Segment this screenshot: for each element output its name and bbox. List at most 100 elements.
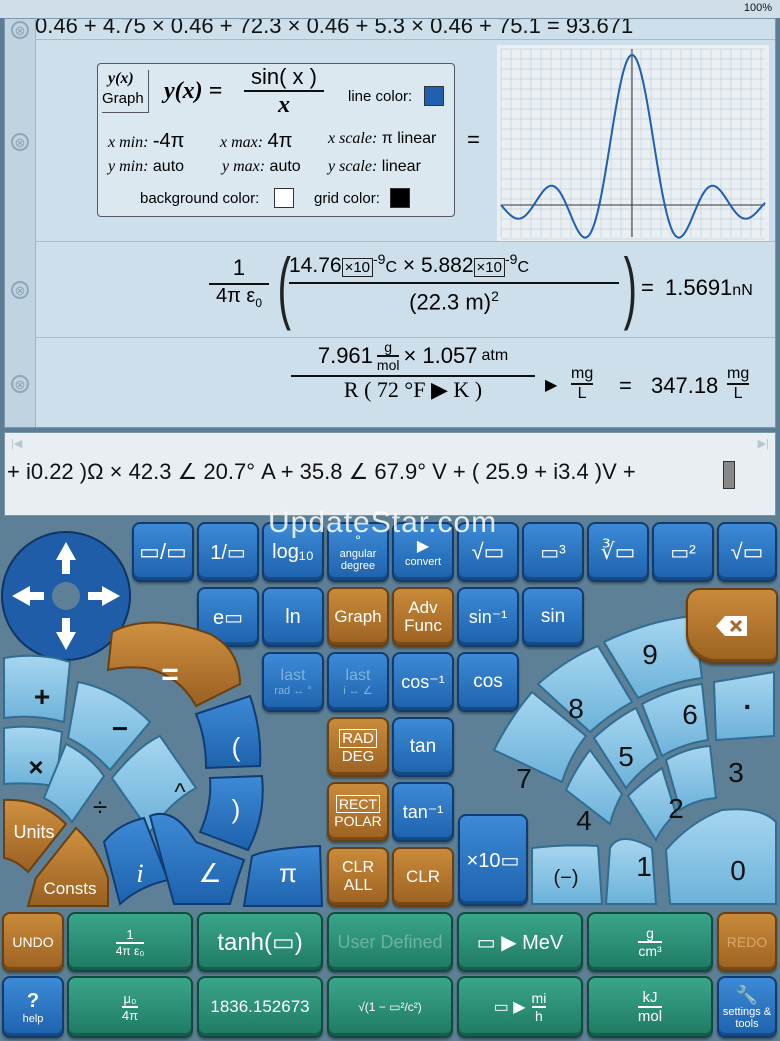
g-per-cm3-key[interactable]: g cm³ [587,912,713,972]
coulomb-result[interactable]: 1.5691nN [665,275,753,301]
h-den: h [535,1008,543,1024]
mu0-key[interactable]: μ₀ 4π [67,976,193,1038]
reciprocal-key[interactable]: 1/▭ [197,522,259,582]
square-root-key[interactable]: √▭ [717,522,777,582]
gas-result[interactable]: 347.18 [651,373,718,399]
log10-key-label: log₁₀ [272,540,314,563]
square-key[interactable]: ▭² [652,522,714,582]
unit-c-1: C [385,259,398,276]
times-sign: × [402,254,416,277]
gas-result-unit: mg L [727,365,750,403]
redo-key[interactable]: REDO [717,912,777,972]
arctan-key[interactable]: tan⁻¹ [392,782,454,842]
wrench-icon: 🔧 [735,984,759,1005]
g-cm3-num: g [646,925,654,941]
lorentz-factor-key[interactable]: √(1 − ▭²/c²) [327,976,453,1038]
scroll-start-icon[interactable]: |◀ [11,437,22,450]
target-l: L [577,385,587,402]
result-l: L [733,385,743,402]
expression-entry[interactable]: |◀ ▶| + i0.22 )Ω × 42.3 ∠ 20.7° A + 35.8… [4,432,776,516]
angular-degree-label: angular degree [339,548,377,572]
kj-per-mol-key[interactable]: kJ mol [587,976,713,1038]
rad-deg-key[interactable]: RAD DEG [327,717,389,777]
digit-6-label: 6 [682,699,698,730]
arccos-key[interactable]: cos⁻¹ [392,652,454,712]
xmax-label: x max: [220,134,264,151]
arccos-key-label: cos⁻¹ [401,671,445,692]
yscale-value[interactable]: linear [382,158,421,175]
mi-h-frac: mi h [531,990,547,1024]
right-paren: ) [623,242,637,331]
square-key-label: ▭² [670,541,696,564]
clear-key[interactable]: CLR [392,847,454,907]
bg-color-swatch[interactable] [274,188,294,208]
result-mg: mg [727,365,750,382]
history-separator [35,337,775,338]
backspace-key[interactable] [686,588,778,664]
last-i-key[interactable]: last i ↔ ∠ [327,652,389,712]
mol-den: mol [637,1008,663,1025]
graph-settings-box[interactable]: y(x) Graph y(x) = sin( x ) x line color:… [97,63,455,217]
rad-label: RAD [339,729,377,748]
last-i-sub: i ↔ ∠ [343,685,373,697]
digit-8-label: 8 [568,693,584,724]
tanh-key-label: tanh(▭) [217,928,303,956]
history-result-line[interactable]: 0.46 + 4.75 × 0.46 + 72.3 × 0.46 + 5.3 ×… [35,19,775,39]
delete-entry-1-icon[interactable]: ⊗ [11,21,29,39]
xscale-value[interactable]: π linear [382,130,437,147]
caret-key-label: ^ [174,779,186,806]
negate-label: (−) [554,867,579,889]
user-defined-label: User Defined [337,932,443,952]
user-defined-key[interactable]: User Defined [327,912,453,972]
distance-exp: 2 [491,288,499,304]
adv-func-key[interactable]: Adv Func [392,587,454,647]
g-per-mol: g mol [376,339,400,373]
delete-entry-4-icon[interactable]: ⊗ [11,375,29,393]
cube-root-key[interactable]: ∛▭ [587,522,649,582]
ymax-value[interactable]: auto [270,158,301,175]
rect-polar-key[interactable]: RECT POLAR [327,782,389,842]
digit-1-label: 1 [636,851,652,882]
cube-key[interactable]: ▭³ [522,522,584,582]
coulomb-one: 1 [209,255,269,285]
delete-entry-3-icon[interactable]: ⊗ [11,281,29,299]
coulomb-result-value: 1.5691 [665,275,733,300]
left-paren-key[interactable] [194,694,262,770]
delete-entry-2-icon[interactable]: ⊗ [11,133,29,151]
xmin-value[interactable]: -4π [153,130,185,152]
mi-num: mi [531,990,547,1006]
deg-label: DEG [341,748,375,765]
undo-key[interactable]: UNDO [2,912,64,972]
tanh-key[interactable]: tanh(▭) [197,912,323,972]
to-mev-key[interactable]: ▭ ▶ MeV [457,912,583,972]
fraction-key[interactable]: ▭/▭ [132,522,194,582]
graph-key[interactable]: Graph [327,587,389,647]
coulomb-numerator: 14.76 ×10 -9C × 5.882 ×10 -9C (22.3 m)2 [289,251,619,315]
graph-yscale: y scale: linear [328,158,421,176]
history-gutter [5,19,36,427]
coulomb-result-unit: nN [732,282,753,299]
tan-key[interactable]: tan [392,717,454,777]
coulomb-equals: = [641,275,654,300]
coulomb-denom-sub: 0 [255,296,263,310]
grid-color-swatch[interactable] [390,188,410,208]
ymin-value[interactable]: auto [153,158,184,175]
graph-x-row: x min: -4π [108,130,184,153]
lorentz-label: √(1 − ▭²/c²) [358,1000,422,1014]
coulomb-constant-key[interactable]: 1 4π ε₀ [67,912,193,972]
clear-all-key[interactable]: CLR ALL [327,847,389,907]
line-color-swatch[interactable] [424,86,444,106]
graph-plot-background [497,45,769,241]
line-color-label: line color: [348,88,413,105]
help-key[interactable]: ? help [2,976,64,1038]
scroll-end-icon[interactable]: ▶| [758,437,769,450]
proton-electron-ratio-key[interactable]: 1836.152673 [197,976,323,1038]
graph-plot[interactable] [497,45,769,241]
settings-tools-key[interactable]: 🔧 settings & tools [717,976,777,1038]
history-panel[interactable]: ⊗ ⊗ ⊗ ⊗ 0.46 + 4.75 × 0.46 + 72.3 × 0.46… [4,18,776,428]
graph-xmax: x max: 4π [220,130,292,153]
xmax-value[interactable]: 4π [268,130,293,152]
entry-text[interactable]: + i0.22 )Ω × 42.3 ∠ 20.7° A + 35.8 ∠ 67.… [7,459,636,485]
rect-label: RECT [335,795,381,813]
to-mi-per-h-key[interactable]: ▭ ▶ mi h [457,976,583,1038]
